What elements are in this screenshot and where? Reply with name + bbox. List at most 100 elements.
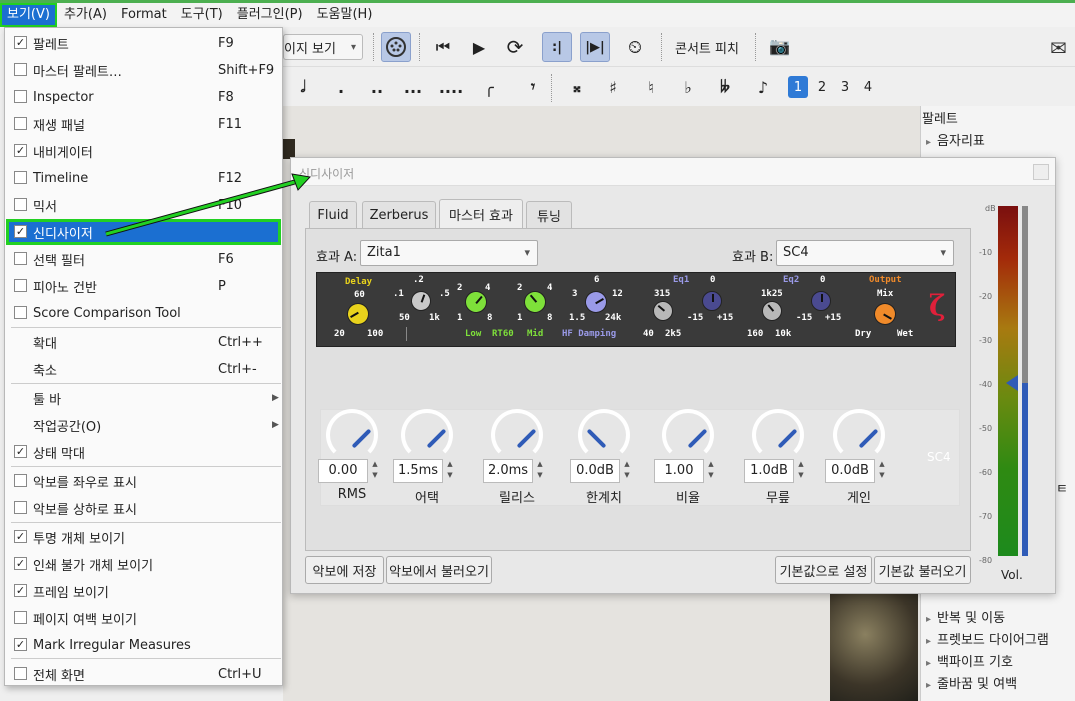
checkbox[interactable] — [14, 306, 27, 319]
palette-item-breaks[interactable]: 줄바꿈 및 여백 — [926, 673, 1017, 692]
view-menu-item[interactable]: ✓ 내비게이터 — [6, 138, 281, 164]
spinbox-arrows-icon[interactable]: ▲ ▼ — [445, 459, 455, 483]
sc4-dial[interactable] — [662, 409, 714, 461]
dialog-titlebar[interactable]: 신디사이저 — [291, 158, 1055, 186]
view-menu-item[interactable]: Inspector F8 — [6, 84, 281, 110]
view-mode-select[interactable]: 이지 보기 ▾ — [283, 34, 363, 60]
voice-4-button[interactable]: 4 — [858, 76, 878, 98]
menu-view[interactable]: 보기(V) — [0, 3, 57, 27]
view-menu-item[interactable]: ✓ 팔레트 F9 — [6, 30, 281, 56]
flat-button[interactable]: ♭ — [676, 72, 700, 102]
tab-tuning[interactable]: 튜닝 — [526, 201, 572, 229]
checkbox[interactable]: ✓ — [14, 445, 27, 458]
voice-1-button[interactable]: 1 — [788, 76, 808, 98]
view-menu-item[interactable]: 툴 바 ▶ — [6, 385, 281, 411]
view-menu-item[interactable]: 축소 Ctrl+- — [6, 356, 281, 382]
sc4-dial[interactable] — [752, 409, 804, 461]
view-menu-item[interactable]: 선택 필터 F6 — [6, 246, 281, 272]
double-sharp-button[interactable]: 𝄪 — [565, 72, 589, 102]
menu-format[interactable]: Format — [114, 3, 174, 27]
checkbox[interactable]: ✓ — [14, 225, 27, 238]
sc4-dial[interactable] — [491, 409, 543, 461]
concert-pitch-button[interactable]: 콘서트 피치 — [675, 32, 739, 62]
spinbox-arrows-icon[interactable]: ▲ ▼ — [877, 459, 887, 483]
view-menu-item[interactable]: 확대 Ctrl++ — [6, 329, 281, 355]
sc4-value-spinbox[interactable]: 1.0dB — [744, 459, 794, 483]
view-menu-item[interactable]: 재생 패널 F11 — [6, 111, 281, 137]
sc4-value-spinbox[interactable]: 0.0dB — [570, 459, 620, 483]
checkbox[interactable] — [14, 171, 27, 184]
sc4-dial[interactable] — [578, 409, 630, 461]
sc4-value-spinbox[interactable]: 0.0dB — [825, 459, 875, 483]
double-dot-button[interactable]: .. — [365, 72, 389, 102]
double-flat-button[interactable]: 𝄫 — [713, 72, 737, 102]
view-menu-item[interactable]: ✓ 투명 개체 보이기 — [6, 524, 281, 550]
sc4-value-spinbox[interactable]: 1.5ms — [393, 459, 443, 483]
tie-button[interactable]: ╭ — [477, 72, 501, 102]
sc4-dial[interactable] — [326, 409, 378, 461]
palette-item-fretboard[interactable]: 프렛보드 다이어그램 — [926, 629, 1049, 648]
view-menu-item[interactable]: 전체 화면 Ctrl+U — [6, 661, 281, 687]
voice-3-button[interactable]: 3 — [835, 76, 855, 98]
triple-dot-button[interactable]: ... — [401, 72, 425, 102]
view-menu-item[interactable]: ✓ Mark Irregular Measures — [6, 632, 281, 658]
spinbox-arrows-icon[interactable]: ▲ ▼ — [796, 459, 806, 483]
metronome-button[interactable]: ⏲ — [620, 32, 650, 62]
sc4-value-spinbox[interactable]: 0.00 — [318, 459, 368, 483]
checkbox[interactable] — [14, 252, 27, 265]
sc4-value-spinbox[interactable]: 1.00 — [654, 459, 704, 483]
palette-item-clefs[interactable]: 음자리표 — [926, 130, 985, 149]
eq1-freq-knob[interactable] — [648, 296, 678, 326]
effect-a-select[interactable]: Zita1 — [360, 240, 538, 266]
loop-button[interactable]: ⟳ — [500, 32, 530, 62]
loop-in-button[interactable]: :| — [542, 32, 572, 62]
view-menu-item[interactable]: Score Comparison Tool — [6, 300, 281, 326]
view-menu-item[interactable]: 작업공간(O) ▶ — [6, 412, 281, 438]
half-note-button[interactable]: 𝅗𝅥 — [291, 72, 315, 102]
view-menu-item[interactable]: 페이지 여백 보이기 — [6, 605, 281, 631]
mail-icon[interactable]: ✉ — [1050, 36, 1067, 60]
image-capture-button[interactable]: 📷 — [765, 32, 795, 62]
checkbox[interactable] — [14, 198, 27, 211]
view-menu-item[interactable]: 피아노 건반 P — [6, 273, 281, 299]
close-button[interactable] — [1033, 164, 1049, 180]
load-from-score-button[interactable]: 악보에서 불러오기 — [386, 556, 492, 584]
menu-plugins[interactable]: 플러그인(P) — [230, 3, 310, 27]
view-menu-item[interactable]: ✓ 프레임 보이기 — [6, 578, 281, 604]
effect-b-select[interactable]: SC4 — [776, 240, 954, 266]
set-as-default-button[interactable]: 기본값으로 설정 — [775, 556, 872, 584]
checkbox[interactable]: ✓ — [14, 144, 27, 157]
checkbox[interactable] — [14, 63, 27, 76]
sharp-button[interactable]: ♯ — [601, 72, 625, 102]
save-to-score-button[interactable]: 악보에 저장 — [305, 556, 384, 584]
eq1-gain-knob[interactable] — [702, 291, 722, 311]
tab-zerberus[interactable]: Zerberus — [362, 201, 436, 229]
crossover-knob[interactable] — [408, 288, 434, 314]
checkbox[interactable] — [14, 501, 27, 514]
sc4-dial[interactable] — [401, 409, 453, 461]
checkbox[interactable] — [14, 667, 27, 680]
midi-input-button[interactable] — [381, 32, 411, 62]
rewind-button[interactable]: ⏮ — [428, 32, 458, 62]
checkbox[interactable]: ✓ — [14, 638, 27, 651]
checkbox[interactable]: ✓ — [14, 530, 27, 543]
spinbox-arrows-icon[interactable]: ▲ ▼ — [535, 459, 545, 483]
rest-button[interactable]: 𝄾 — [521, 72, 545, 102]
spinbox-arrows-icon[interactable]: ▲ ▼ — [706, 459, 716, 483]
palette-item-repeats[interactable]: 반복 및 이동 — [926, 607, 1005, 626]
view-menu-item[interactable]: 마스터 팔레트… Shift+F9 — [6, 57, 281, 83]
load-default-button[interactable]: 기본값 불러오기 — [874, 556, 971, 584]
loop-out-button[interactable]: |▶| — [580, 32, 610, 62]
quadruple-dot-button[interactable]: .... — [439, 72, 463, 102]
sc4-dial[interactable] — [833, 409, 885, 461]
sc4-value-spinbox[interactable]: 2.0ms — [483, 459, 533, 483]
spinbox-arrows-icon[interactable]: ▲ ▼ — [622, 459, 632, 483]
checkbox[interactable] — [14, 474, 27, 487]
eq2-freq-knob[interactable] — [757, 296, 787, 326]
flip-direction-button[interactable]: ♪ — [751, 72, 775, 102]
tab-master-effects[interactable]: 마스터 효과 — [439, 199, 523, 229]
spinbox-arrows-icon[interactable]: ▲ ▼ — [370, 459, 380, 483]
checkbox[interactable]: ✓ — [14, 584, 27, 597]
eq2-gain-knob[interactable] — [811, 291, 831, 311]
menu-add[interactable]: 추가(A) — [57, 3, 114, 27]
